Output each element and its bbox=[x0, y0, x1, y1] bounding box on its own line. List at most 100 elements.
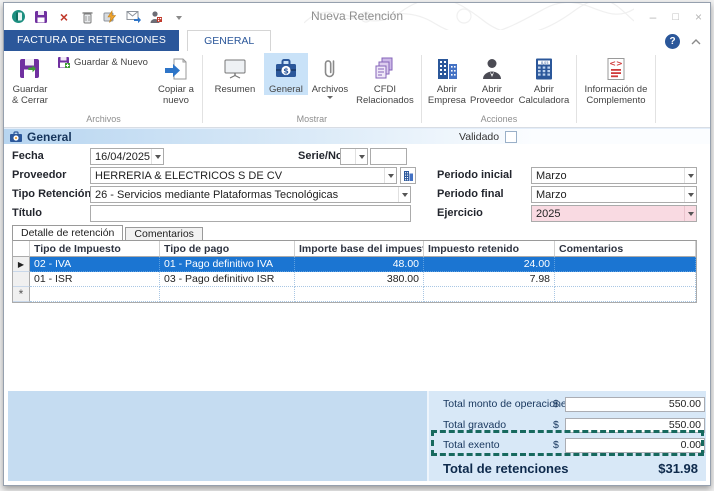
total-gravado-row: Total gravado $ 550.00 bbox=[429, 417, 706, 434]
col-importe-base[interactable]: Importe base del impuesto bbox=[295, 241, 424, 257]
abrir-empresa-button[interactable]: Abrir Empresa bbox=[425, 53, 469, 106]
complement-info-icon: <> bbox=[602, 55, 630, 83]
paperclip-icon bbox=[316, 55, 344, 83]
copy-to-new-icon bbox=[162, 55, 190, 83]
group-label-acciones: Acciones bbox=[425, 113, 573, 126]
fecha-combobox[interactable]: 16/04/2025 bbox=[90, 148, 164, 165]
col-comentarios[interactable]: Comentarios bbox=[555, 241, 696, 257]
tab-general[interactable]: GENERAL bbox=[187, 30, 271, 51]
proveedor-label: Proveedor bbox=[12, 167, 66, 184]
archivos-dropdown-icon bbox=[327, 96, 333, 99]
tab-detalle-retencion[interactable]: Detalle de retención bbox=[12, 225, 123, 240]
total-monto-row: Total monto de operaciones $ 550.00 bbox=[429, 396, 706, 413]
titulo-input[interactable] bbox=[90, 205, 411, 222]
minimize-button[interactable]: – bbox=[650, 10, 657, 24]
related-documents-icon bbox=[371, 55, 399, 83]
col-tipo-impuesto[interactable]: Tipo de Impuesto bbox=[30, 241, 160, 257]
section-briefcase-icon bbox=[9, 131, 23, 143]
briefcase-icon: $ bbox=[272, 55, 300, 83]
help-icon[interactable]: ? bbox=[665, 34, 680, 49]
abrir-proveedor-button[interactable]: Abrir Proveedor bbox=[469, 53, 515, 106]
dropdown-arrow-icon[interactable] bbox=[355, 149, 367, 164]
dropdown-arrow-icon[interactable] bbox=[684, 168, 696, 183]
guardar-cerrar-button[interactable]: Guardar & Cerrar bbox=[8, 53, 52, 106]
totals-box: Total monto de operaciones $ 550.00 Tota… bbox=[427, 391, 706, 481]
periodo-final-label: Periodo final bbox=[437, 186, 504, 203]
ribbon-group-complemento: <> Información de Complemento bbox=[580, 53, 652, 127]
group-label-mostrar: Mostrar bbox=[206, 113, 418, 126]
ejercicio-label: Ejercicio bbox=[437, 205, 483, 222]
save-close-icon bbox=[16, 55, 44, 83]
svg-text:<>: <> bbox=[609, 59, 622, 68]
abrir-calculadora-button[interactable]: 8,05 Abrir Calculadora bbox=[515, 53, 573, 106]
informacion-complemento-button[interactable]: <> Información de Complemento bbox=[580, 53, 652, 106]
file-tab[interactable]: FACTURA DE RETENCIONES bbox=[4, 30, 179, 51]
tab-comentarios[interactable]: Comentarios bbox=[125, 227, 203, 240]
window-title: Nueva Retención bbox=[4, 3, 710, 30]
total-monto-value: 550.00 bbox=[565, 397, 705, 412]
calculator-icon: 8,05 bbox=[530, 55, 558, 83]
titulo-label: Título bbox=[12, 205, 42, 222]
ribbon-divider bbox=[576, 55, 577, 123]
new-row-marker[interactable]: * bbox=[13, 287, 30, 302]
tipo-retencion-combobox[interactable]: 26 - Servicios mediante Plataformas Tecn… bbox=[90, 186, 411, 203]
section-title: General bbox=[27, 130, 72, 144]
table-new-row[interactable]: * bbox=[13, 287, 696, 302]
dropdown-arrow-icon[interactable] bbox=[398, 187, 410, 202]
total-retenciones-row: Total de retenciones $31.98 bbox=[429, 459, 706, 479]
save-new-icon bbox=[57, 56, 70, 69]
svg-text:8,05: 8,05 bbox=[541, 61, 549, 65]
building-icon bbox=[433, 55, 461, 83]
group-label-archivos: Archivos bbox=[8, 113, 199, 126]
table-row[interactable]: ▶ 02 - IVA 01 - Pago definitivo IVA 48.0… bbox=[13, 257, 696, 272]
ribbon-divider bbox=[655, 55, 656, 123]
general-button[interactable]: $ General bbox=[264, 53, 308, 95]
periodo-final-combobox[interactable]: Marzo bbox=[531, 186, 697, 203]
proveedor-combobox[interactable]: HERRERIA & ELECTRICOS S DE CV bbox=[90, 167, 397, 184]
dropdown-arrow-icon[interactable] bbox=[684, 187, 696, 202]
window-controls: – □ × bbox=[650, 3, 702, 30]
general-section-header: General Validado bbox=[4, 128, 710, 144]
serie-label: Serie/No. bbox=[298, 148, 346, 165]
ribbon: Guardar & Cerrar Guardar & Nuevo Copiar … bbox=[4, 51, 710, 128]
archivos-button[interactable]: Archivos bbox=[308, 53, 352, 99]
resumen-button[interactable]: Resumen bbox=[206, 53, 264, 95]
collapse-ribbon-icon[interactable] bbox=[690, 38, 702, 46]
copiar-a-nuevo-button[interactable]: Copiar a nuevo bbox=[153, 53, 199, 106]
retention-detail-grid: Tipo de Impuesto Tipo de pago Importe ba… bbox=[12, 240, 697, 303]
periodo-inicial-combobox[interactable]: Marzo bbox=[531, 167, 697, 184]
validado-checkbox[interactable] bbox=[505, 131, 517, 143]
serie-no-input[interactable] bbox=[370, 148, 407, 165]
validado-label: Validado bbox=[459, 131, 499, 143]
close-button[interactable]: × bbox=[695, 10, 702, 24]
currency-symbol: $ bbox=[553, 437, 559, 454]
ejercicio-combobox[interactable]: 2025 bbox=[531, 205, 697, 222]
browse-proveedor-button[interactable] bbox=[400, 167, 416, 184]
title-bar: × Nueva Retención – □ × bbox=[4, 3, 710, 30]
dropdown-arrow-icon[interactable] bbox=[684, 206, 696, 221]
dropdown-arrow-icon[interactable] bbox=[384, 168, 396, 183]
guardar-nuevo-button[interactable]: Guardar & Nuevo bbox=[52, 53, 153, 72]
total-gravado-value: 550.00 bbox=[565, 418, 705, 433]
currency-symbol: $ bbox=[553, 417, 559, 434]
ribbon-tab-row: FACTURA DE RETENCIONES GENERAL ? bbox=[4, 30, 710, 51]
fecha-label: Fecha bbox=[12, 148, 44, 165]
grid-header-row: Tipo de Impuesto Tipo de pago Importe ba… bbox=[13, 241, 696, 257]
ribbon-group-mostrar: Resumen $ General Archivos bbox=[206, 53, 418, 127]
dropdown-arrow-icon[interactable] bbox=[151, 149, 163, 164]
monitor-icon bbox=[221, 55, 249, 83]
col-tipo-pago[interactable]: Tipo de pago bbox=[160, 241, 295, 257]
currency-symbol: $ bbox=[553, 396, 559, 413]
serie-combobox[interactable] bbox=[340, 148, 368, 165]
ribbon-divider bbox=[202, 55, 203, 123]
totals-panel: Total monto de operaciones $ 550.00 Tota… bbox=[8, 391, 706, 481]
maximize-button[interactable]: □ bbox=[672, 11, 679, 23]
cfdi-relacionados-button[interactable]: CFDI Relacionados bbox=[352, 53, 418, 106]
periodo-inicial-label: Periodo inicial bbox=[437, 167, 512, 184]
col-impuesto-retenido[interactable]: Impuesto retenido bbox=[424, 241, 555, 257]
svg-text:$: $ bbox=[283, 67, 289, 76]
table-row[interactable]: 01 - ISR 03 - Pago definitivo ISR 380.00… bbox=[13, 272, 696, 287]
general-form: Fecha 16/04/2025 Serie/No. Proveedor HER… bbox=[4, 144, 710, 225]
browse-building-icon bbox=[403, 170, 414, 182]
row-selector-arrow[interactable]: ▶ bbox=[13, 257, 30, 272]
